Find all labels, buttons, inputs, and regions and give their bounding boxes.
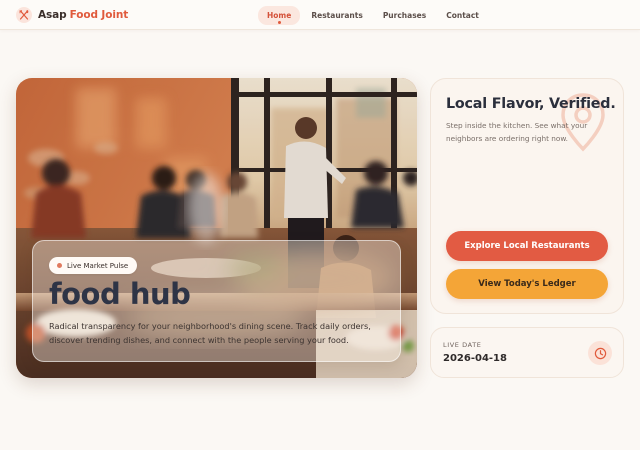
- live-market-label: Live Market Pulse: [67, 261, 129, 270]
- nav-purchases[interactable]: Purchases: [374, 6, 435, 25]
- top-navbar: Asap Food Joint Home Restaurants Purchase…: [0, 0, 640, 30]
- date-label: LIVE DATE: [443, 341, 482, 349]
- hero-description: Radical transparency for your neighborho…: [49, 321, 371, 345]
- live-market-badge: Live Market Pulse: [49, 257, 138, 274]
- hero-info-panel: Live Market Pulse food hub Radical trans…: [32, 240, 401, 362]
- explore-restaurants-button[interactable]: Explore Local Restaurants: [446, 231, 608, 261]
- hero-title: food hub: [49, 277, 191, 311]
- card-description: Step inside the kitchen. See what your n…: [446, 121, 588, 143]
- date-value: 2026-04-18: [443, 353, 507, 364]
- live-date-card: LIVE DATE 2026-04-18: [430, 327, 624, 378]
- main-nav: Home Restaurants Purchases Contact: [258, 5, 488, 25]
- brand-logo[interactable]: Asap Food Joint: [16, 7, 128, 23]
- brand-name: Asap Food Joint: [38, 9, 128, 21]
- live-dot-icon: [57, 263, 62, 268]
- brand-name-part1: Asap: [38, 9, 67, 21]
- local-flavor-card: Local Flavor, Verified. Step inside the …: [430, 78, 624, 314]
- utensils-icon: [16, 7, 32, 23]
- card-title: Local Flavor, Verified.: [446, 96, 616, 112]
- view-ledger-button[interactable]: View Today's Ledger: [446, 269, 608, 299]
- nav-restaurants[interactable]: Restaurants: [302, 6, 371, 25]
- nav-contact[interactable]: Contact: [437, 6, 488, 25]
- hero-card: Live Market Pulse food hub Radical trans…: [16, 78, 417, 378]
- brand-name-part2: Food Joint: [69, 9, 129, 21]
- nav-home-label: Home: [267, 10, 292, 20]
- active-indicator: [277, 20, 281, 24]
- nav-home[interactable]: Home: [258, 5, 301, 25]
- clock-icon: [588, 341, 612, 365]
